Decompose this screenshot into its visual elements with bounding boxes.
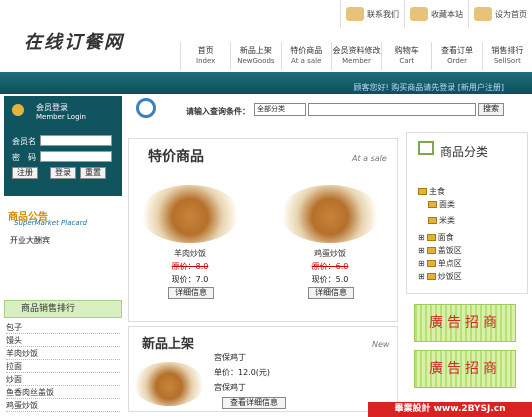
rank-item[interactable]: 包子 <box>6 322 120 334</box>
special-new-price: 现价：5.0 <box>311 275 349 284</box>
specials-subtitle: At a sale <box>352 154 387 163</box>
expand-icon: ⊞ <box>418 233 425 242</box>
password-input[interactable] <box>40 151 112 162</box>
category-item[interactable]: 米类 <box>428 215 455 226</box>
category-item[interactable]: ⊞ 单点区 <box>418 258 462 269</box>
category-item[interactable]: 主食 <box>418 186 445 197</box>
expand-icon: ⊞ <box>418 259 425 268</box>
nav-index[interactable]: 首页 Index <box>180 42 230 70</box>
username-input[interactable] <box>40 135 112 146</box>
search-button[interactable]: 搜索 <box>478 103 504 116</box>
top-links: 联系我们 收藏本站 设为首页 <box>340 0 532 28</box>
new-item-name: 宫保鸡丁 <box>214 353 246 362</box>
category-item[interactable]: 面类 <box>428 199 455 210</box>
phone-icon <box>346 7 364 21</box>
new-item-name-2: 宫保鸡丁 <box>214 383 246 392</box>
special-new-price: 现价：7.0 <box>171 275 209 284</box>
username-label: 会员名 <box>12 137 36 146</box>
nav-cart[interactable]: 购物车 Cart <box>381 42 431 70</box>
home-icon <box>474 7 492 21</box>
nav-sale[interactable]: 特价商品 At a sale <box>280 42 331 70</box>
sales-rank-header: 商品销售排行 <box>4 300 122 318</box>
folder-icon <box>426 247 436 254</box>
folder-icon <box>428 201 437 208</box>
rank-item[interactable]: 馒头 <box>6 335 120 347</box>
site-logo: 在线订餐网 <box>24 32 124 53</box>
search-input[interactable] <box>308 103 476 116</box>
login-button[interactable]: 登录 <box>50 167 76 179</box>
ad-banner[interactable]: 廣告招商 <box>414 350 516 388</box>
special-name: 鸡蛋炒饭 <box>314 249 346 258</box>
special-old-price: 原价：8.0 <box>171 262 209 271</box>
food-image[interactable] <box>134 362 204 406</box>
register-button[interactable]: 注册 <box>12 167 38 179</box>
expand-icon: ⊞ <box>418 272 425 281</box>
notice-subtitle: SuperMarket Placard <box>14 219 87 227</box>
detail-button[interactable]: 详细信息 <box>308 287 354 299</box>
folder-icon <box>426 273 436 280</box>
food-image[interactable] <box>280 185 380 243</box>
special-name: 羊肉炒饭 <box>174 249 206 258</box>
new-goods-title: 新品上架 <box>142 337 195 352</box>
reset-button[interactable]: 重置 <box>80 167 106 179</box>
folder-icon <box>426 234 436 241</box>
search-icon <box>136 98 156 118</box>
login-title: 会员登录 Member Login <box>36 103 86 121</box>
category-item[interactable]: ⊞ 盖饭区 <box>418 245 462 256</box>
ad-banner[interactable]: 廣告招商 <box>414 304 516 342</box>
view-detail-button[interactable]: 查看详细信息 <box>222 397 286 409</box>
search-label: 请输入查询条件： <box>186 107 250 116</box>
detail-button[interactable]: 详细信息 <box>168 287 214 299</box>
nav-order[interactable]: 查看订单 Order <box>431 42 481 70</box>
rank-item[interactable]: 鸡蛋炒饭 <box>6 400 120 412</box>
homepage-link[interactable]: 设为首页 <box>468 0 532 28</box>
contact-link[interactable]: 联系我们 <box>340 0 404 28</box>
folder-icon <box>428 217 437 224</box>
rank-item[interactable]: 炒面 <box>6 374 120 386</box>
nav-newgoods[interactable]: 新品上架 NewGoods <box>230 42 280 70</box>
nav-member[interactable]: 会员资料修改 Member <box>330 42 381 70</box>
new-goods-subtitle: New <box>372 340 390 349</box>
watermark: 畢業設計 www.2BYSJ.cn <box>368 402 532 417</box>
new-item-price: 单价：12.0(元) <box>214 368 271 377</box>
folder-icon <box>426 260 436 267</box>
category-icon <box>418 141 434 155</box>
welcome-register-link[interactable]: 顾客您好! 购买商品请先登录 [新用户注册] <box>353 82 504 93</box>
password-label: 密 码 <box>12 153 36 162</box>
rank-item[interactable]: 鱼香肉丝盖饭 <box>6 387 120 399</box>
nav-sellsort[interactable]: 销售排行 SellSort <box>481 42 532 70</box>
expand-icon: ⊞ <box>418 246 425 255</box>
special-old-price: 原价：6.0 <box>311 262 349 271</box>
main-nav: 首页 Index 新品上架 NewGoods 特价商品 At a sale 会员资料修… <box>180 42 532 70</box>
folder-icon <box>418 188 427 195</box>
notice-item[interactable]: 开业大酬宾 <box>10 235 50 246</box>
login-icon <box>12 104 24 116</box>
category-item[interactable]: ⊞ 炒饭区 <box>418 271 462 282</box>
rank-item[interactable]: 羊肉炒饭 <box>6 348 120 360</box>
favorite-icon <box>410 7 428 21</box>
favorite-link[interactable]: 收藏本站 <box>404 0 468 28</box>
category-title: 商品分类 <box>440 145 489 159</box>
food-image[interactable] <box>140 185 240 243</box>
category-select[interactable]: 全部分类 <box>254 103 306 116</box>
specials-title: 特价商品 <box>148 149 204 165</box>
category-item[interactable]: ⊞ 面食 <box>418 232 454 243</box>
rank-item[interactable]: 拉面 <box>6 361 120 373</box>
